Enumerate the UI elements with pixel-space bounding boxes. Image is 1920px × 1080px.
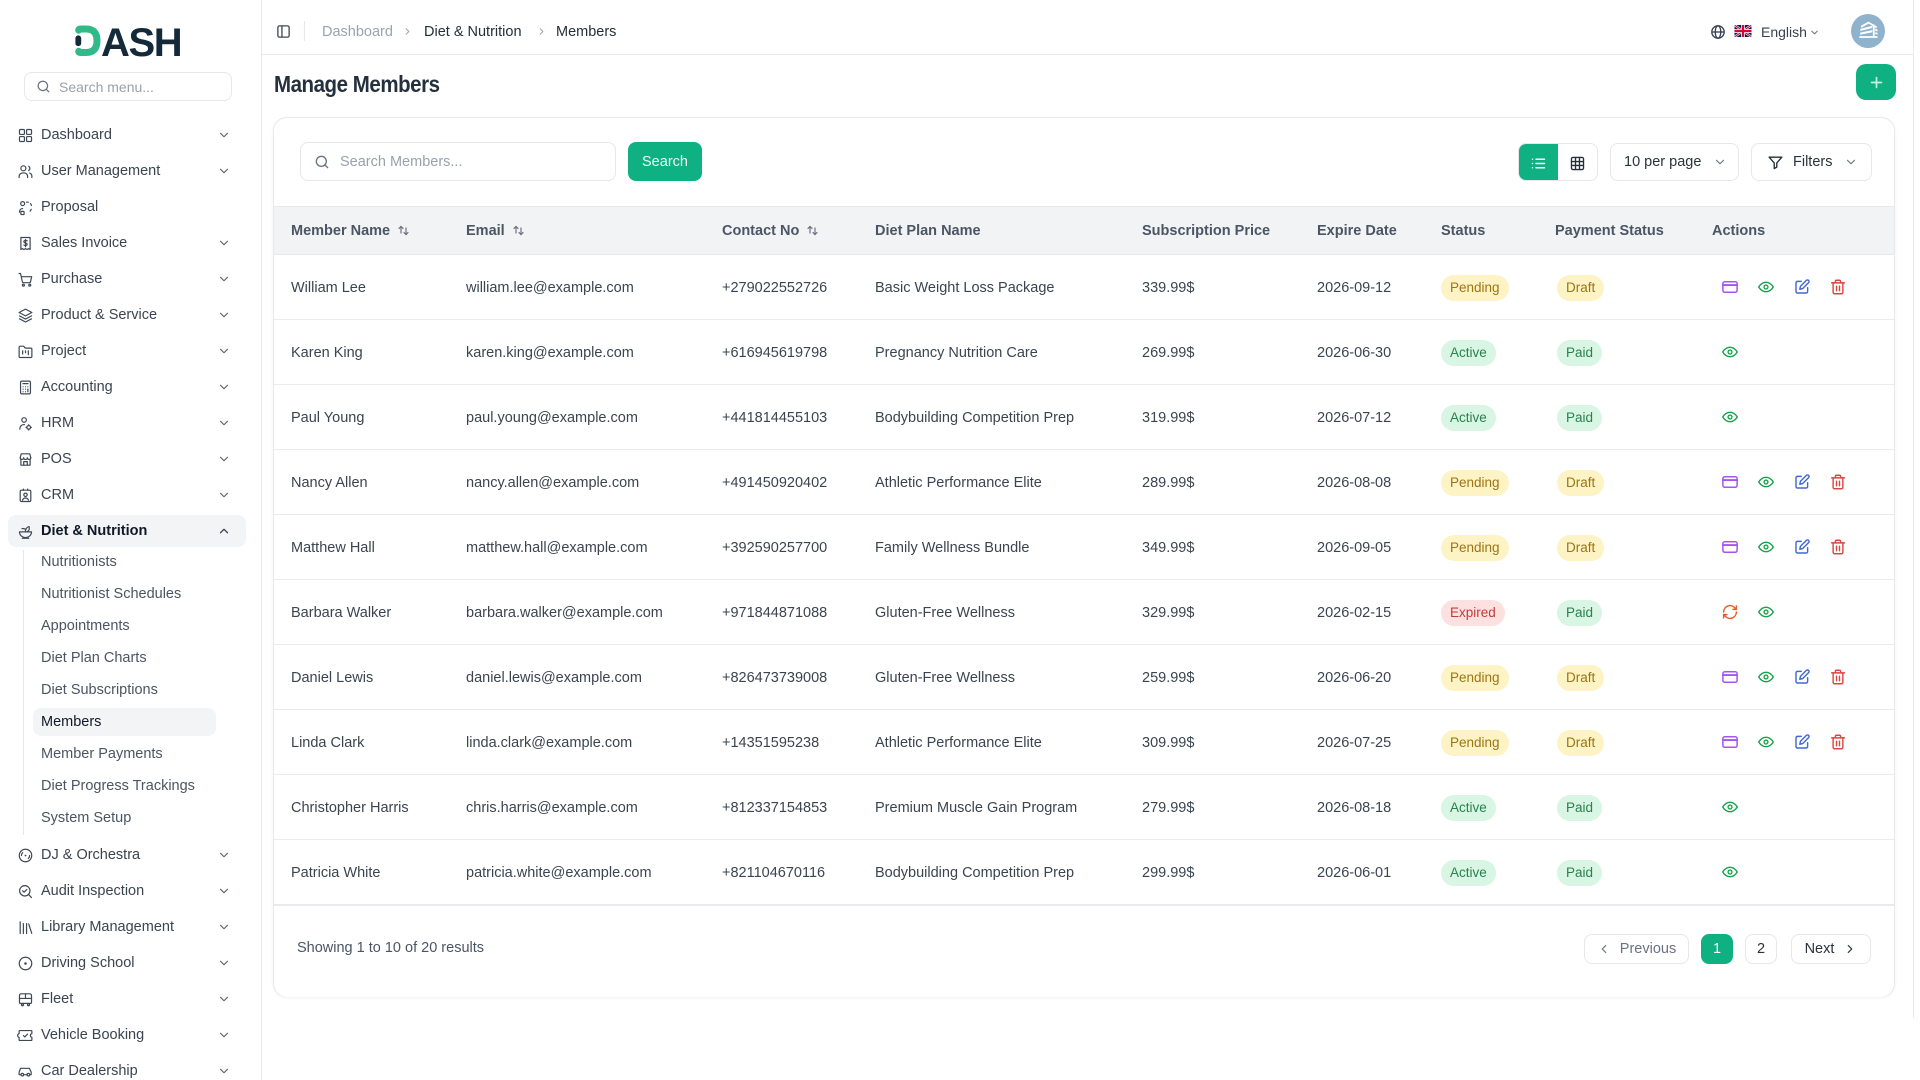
svg-text:ASH: ASH <box>101 22 181 62</box>
